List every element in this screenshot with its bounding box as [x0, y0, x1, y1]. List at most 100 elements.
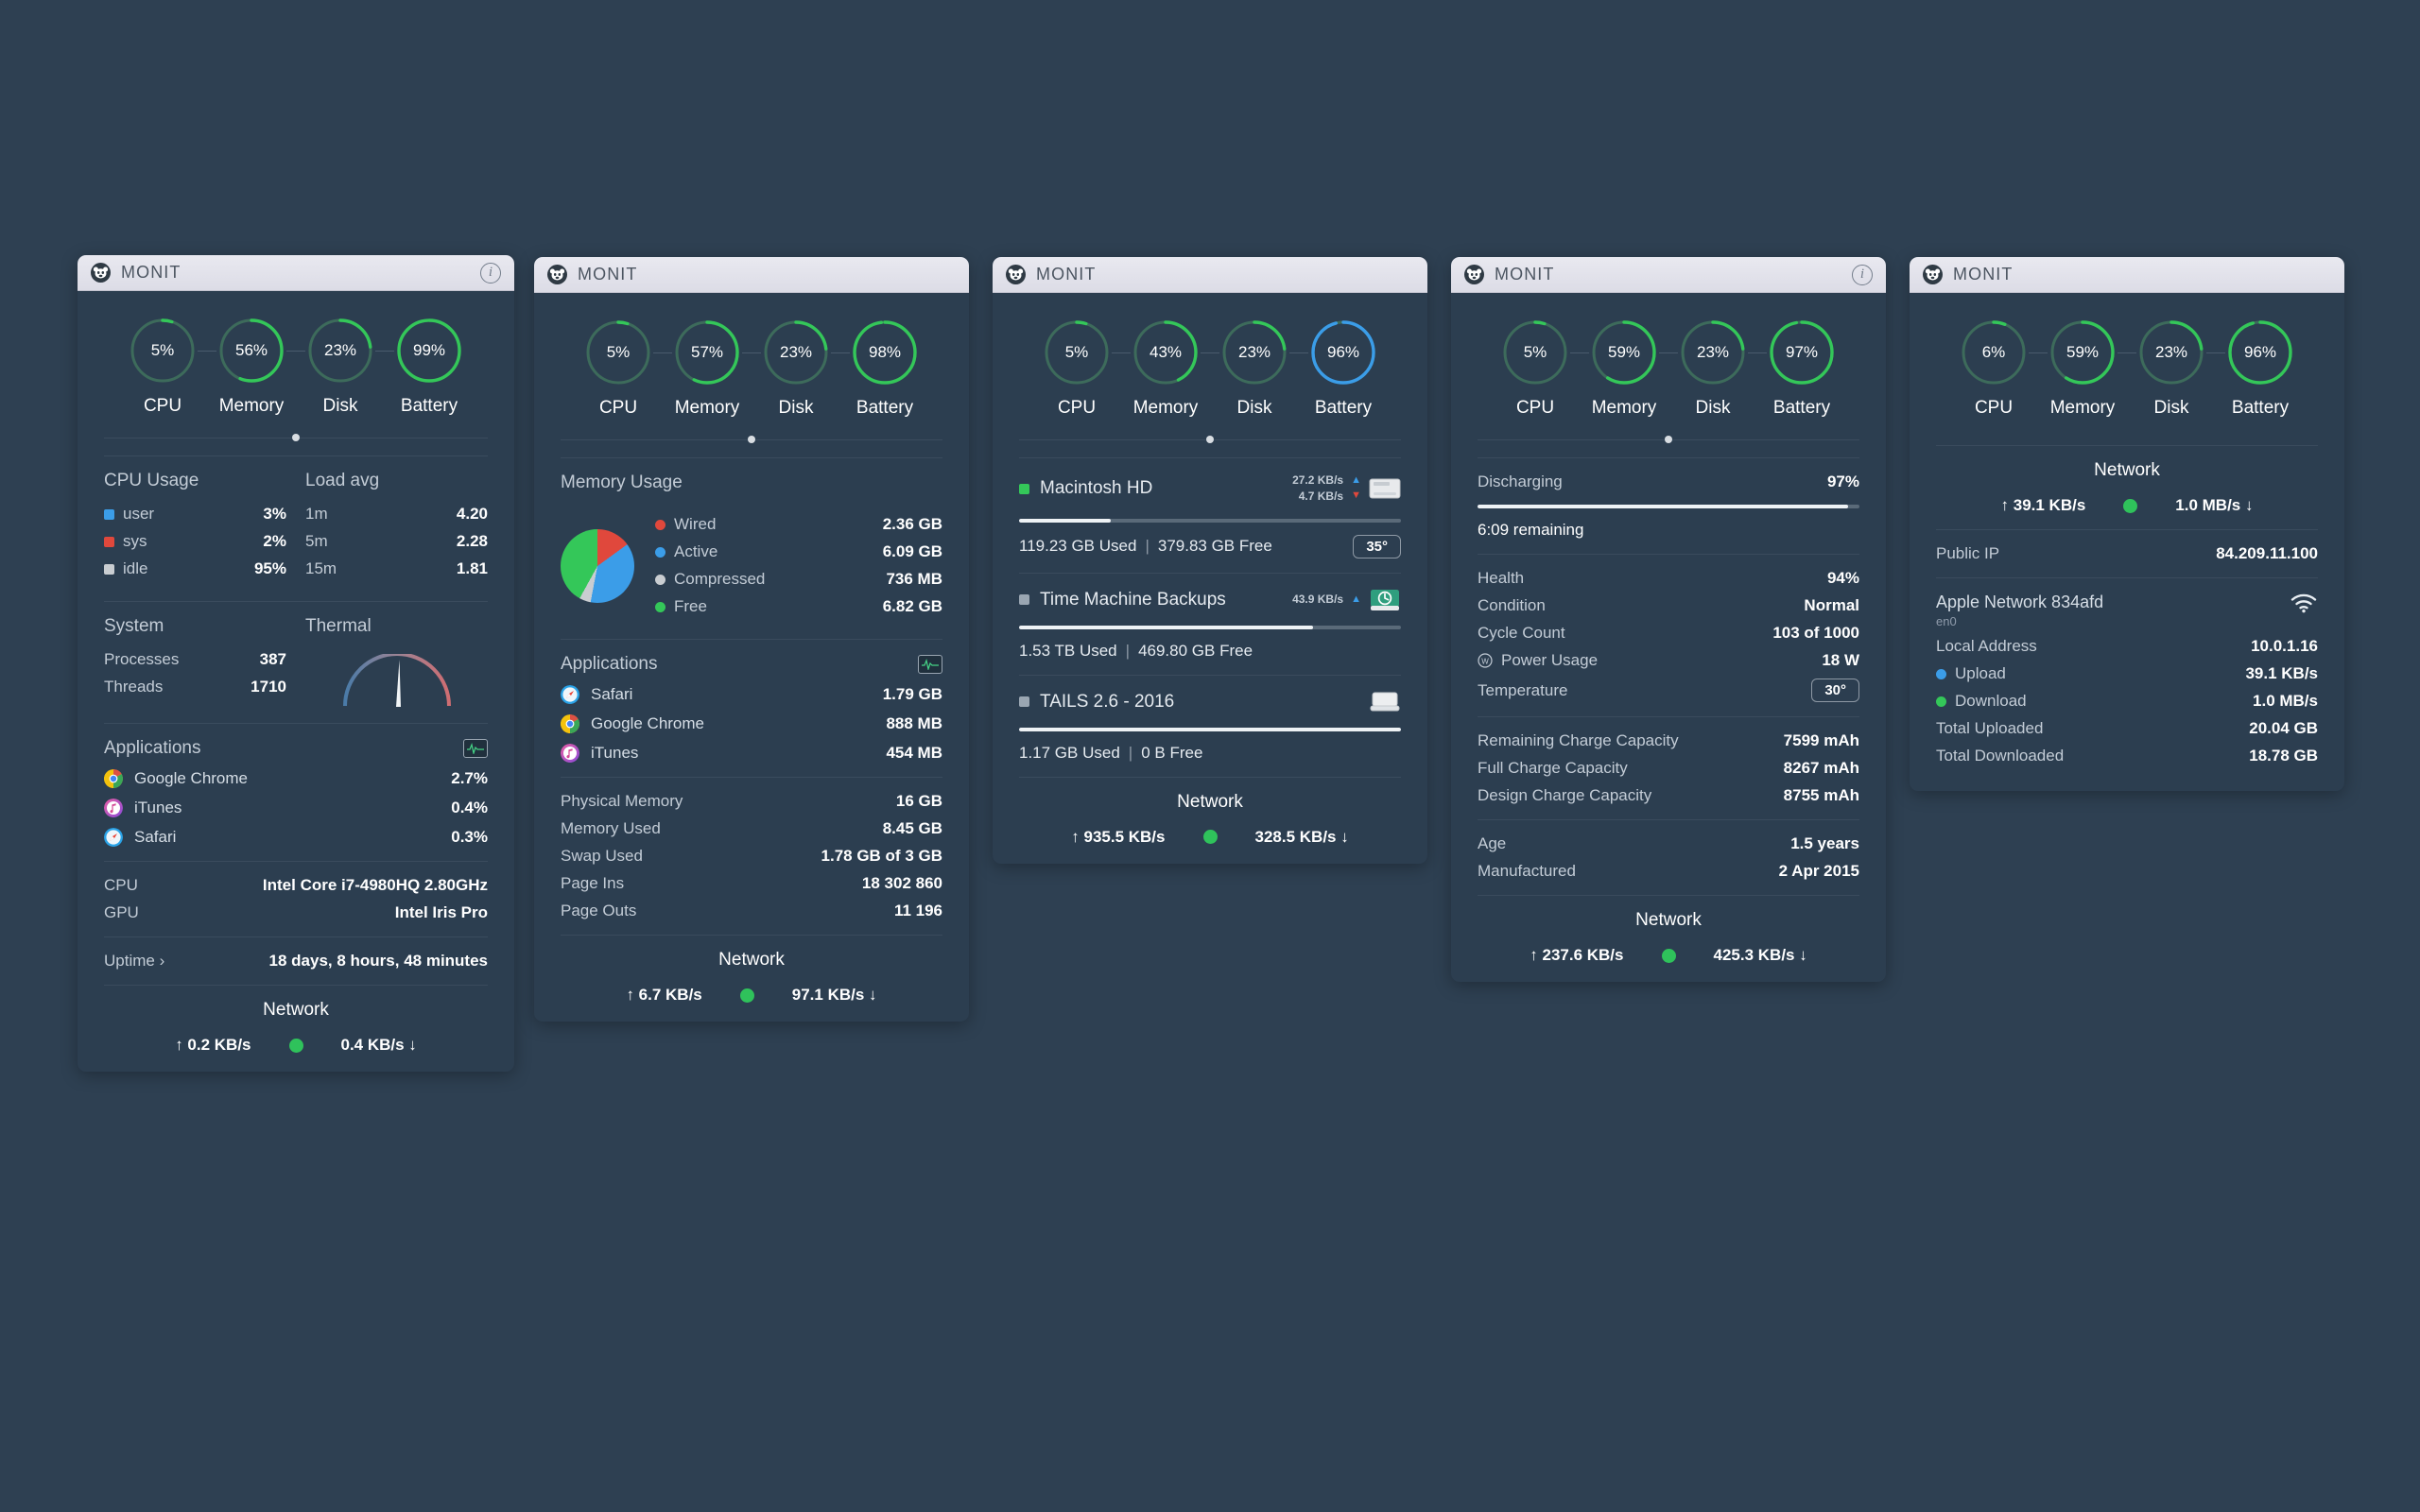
gauge-battery[interactable]: 97% Battery: [1767, 318, 1837, 419]
gauge-value: 59%: [1607, 343, 1641, 361]
capacity-label: Full Charge Capacity: [1478, 759, 1628, 777]
application-item[interactable]: iTunes 0.4%: [104, 799, 488, 817]
swatch-active: [655, 546, 666, 558]
page-indicator[interactable]: [78, 434, 514, 441]
volume-header: Time Machine Backups 43.9 KB/s ▲: [1019, 588, 1401, 612]
volume-item[interactable]: Time Machine Backups 43.9 KB/s ▲ 1.53 TB…: [993, 588, 1427, 661]
interface-label: Download: [1955, 692, 2027, 710]
page-dot-active[interactable]: [748, 436, 755, 443]
gauge-cpu[interactable]: 5% CPU: [128, 316, 198, 417]
gauge-label: Battery: [1314, 398, 1373, 418]
cpu-usage-label: sys: [123, 532, 147, 550]
battery-level-bar: [1478, 505, 1859, 508]
divider: [1478, 819, 1859, 820]
memory-stat-row: Physical Memory 16 GB: [561, 792, 942, 811]
monit-panel-cpu[interactable]: MONIT i 5% CPU 56% Memory 23% Disk 99% Battery …: [78, 255, 514, 1072]
gauge-memory[interactable]: 43% Memory: [1131, 318, 1201, 419]
gauge-disk[interactable]: 23% Disk: [1219, 318, 1289, 419]
uptime-label[interactable]: Uptime ›: [104, 952, 164, 971]
gauge-battery[interactable]: 96% Battery: [1308, 318, 1378, 419]
page-indicator[interactable]: [993, 436, 1427, 443]
gauge-disk[interactable]: 23% Disk: [1678, 318, 1748, 419]
page-dot-active[interactable]: [292, 434, 300, 441]
applications-list: Safari 1.79 GB Google Chrome 888 MB iTun…: [561, 685, 942, 763]
gauge-value: 23%: [1696, 343, 1730, 361]
gauge-memory[interactable]: 56% Memory: [216, 316, 286, 417]
gauge-value: 56%: [234, 341, 268, 359]
memory-stat-row: Memory Used 8.45 GB: [561, 819, 942, 838]
capacity-label: Design Charge Capacity: [1478, 786, 1652, 804]
network-status-led: [739, 988, 754, 1003]
gauge-disk[interactable]: 23% Disk: [2136, 318, 2206, 419]
gauge-value: 99%: [412, 341, 446, 359]
monit-panel-disk[interactable]: MONIT 5% CPU 43% Memory 23% Disk 96% Battery Ma…: [993, 257, 1427, 864]
gauge-disk[interactable]: 23% Disk: [761, 318, 831, 419]
titlebar[interactable]: MONIT i: [1451, 257, 1886, 293]
page-dot-active[interactable]: [1206, 436, 1214, 443]
info-icon[interactable]: i: [480, 262, 501, 284]
volume-free: 379.83 GB Free: [1157, 537, 1272, 556]
volume-item[interactable]: Macintosh HD 27.2 KB/s 4.7 KB/s ▲ ▼ 119.23…: [993, 472, 1427, 558]
applications-section: Applications Safari 1.79 GB Google Chrom…: [534, 654, 969, 763]
network-status-led: [1661, 948, 1676, 963]
titlebar[interactable]: MONIT: [993, 257, 1427, 293]
gauge-disk[interactable]: 23% Disk: [305, 316, 375, 417]
titlebar[interactable]: MONIT: [1910, 257, 2344, 293]
gauge-battery[interactable]: 99% Battery: [394, 316, 464, 417]
load-avg-label: 5m: [305, 532, 328, 550]
gauge-cpu[interactable]: 5% CPU: [1042, 318, 1112, 419]
gauge-cpu[interactable]: 5% CPU: [1500, 318, 1570, 419]
memory-legend-value: 2.36 GB: [882, 515, 942, 533]
page-indicator[interactable]: [1451, 436, 1886, 443]
gauge-memory[interactable]: 57% Memory: [672, 318, 742, 419]
info-icon[interactable]: i: [1852, 264, 1873, 285]
battery-capacity-section: Remaining Charge Capacity 7599 mAh Full C…: [1451, 731, 1886, 805]
gauge-battery[interactable]: 96% Battery: [2225, 318, 2295, 419]
application-item[interactable]: Google Chrome 888 MB: [561, 714, 942, 733]
network-footer: Network ↑ 935.5 KB/s 328.5 KB/s ↓: [993, 792, 1427, 847]
activity-monitor-icon[interactable]: [463, 739, 488, 758]
application-item[interactable]: Google Chrome 2.7%: [104, 769, 488, 788]
monit-panel-network[interactable]: MONIT 6% CPU 59% Memory 23% Disk 96% Battery Ne…: [1910, 257, 2344, 791]
gauge-cpu[interactable]: 5% CPU: [583, 318, 653, 419]
system-title: System: [104, 616, 164, 636]
titlebar[interactable]: MONIT: [534, 257, 969, 293]
volume-usage-bar: [1019, 518, 1401, 523]
system-row: Processes 387: [104, 650, 286, 669]
monit-panel-battery[interactable]: MONIT i 5% CPU 59% Memory 23% Disk 97% Battery …: [1451, 257, 1886, 982]
gauge-memory[interactable]: 59% Memory: [1589, 318, 1659, 419]
battery-detail-row: Cycle Count 103 of 1000: [1478, 624, 1859, 643]
memory-legend-row: Free 6.82 GB: [655, 597, 942, 616]
public-ip-value: 84.209.11.100: [2216, 544, 2318, 562]
memory-stat-label: Swap Used: [561, 847, 643, 865]
network-status-led: [2123, 498, 2138, 513]
memory-stat-label: Page Ins: [561, 874, 625, 892]
itunes-icon: [561, 744, 579, 763]
titlebar[interactable]: MONIT i: [78, 255, 514, 291]
gauge-cpu[interactable]: 6% CPU: [1959, 318, 2029, 419]
page-dot-active[interactable]: [1665, 436, 1672, 443]
activity-monitor-icon[interactable]: [918, 655, 942, 674]
window-title: MONIT: [1495, 265, 1555, 284]
gauge-battery[interactable]: 98% Battery: [850, 318, 920, 419]
volume-item[interactable]: TAILS 2.6 - 2016 1.17 GB Used | 0 B Free: [993, 690, 1427, 763]
application-item[interactable]: Safari 0.3%: [104, 828, 488, 847]
page-indicator[interactable]: [534, 436, 969, 443]
cpu-usage-value: 3%: [263, 505, 286, 523]
load-avg-row: 1m 4.20: [305, 505, 488, 524]
gauge-connector: [831, 318, 850, 387]
network-download: 1.0 MB/s ↓: [2175, 496, 2254, 514]
gauge-label: Battery: [1772, 398, 1831, 418]
panel-body: 5% CPU 56% Memory 23% Disk 99% Battery CPU Usag…: [78, 291, 514, 1072]
interface-rows: Local Address 10.0.1.16 Upload 39.1 KB/s D…: [1936, 637, 2318, 765]
monit-panel-memory[interactable]: MONIT 5% CPU 57% Memory 23% Disk 98% Battery Me…: [534, 257, 969, 1022]
gauge-label: Disk: [322, 396, 358, 416]
application-item[interactable]: iTunes 454 MB: [561, 744, 942, 763]
uptime-row[interactable]: Uptime › 18 days, 8 hours, 48 minutes: [104, 952, 488, 971]
network-footer: Network ↑ 0.2 KB/s 0.4 KB/s ↓: [78, 1000, 514, 1055]
gauge-memory[interactable]: 59% Memory: [2048, 318, 2118, 419]
uptime-section[interactable]: Uptime › 18 days, 8 hours, 48 minutes: [78, 952, 514, 971]
system-label: Processes: [104, 650, 180, 668]
volume-read-rate: 27.2 KB/s: [1292, 473, 1344, 487]
application-item[interactable]: Safari 1.79 GB: [561, 685, 942, 704]
